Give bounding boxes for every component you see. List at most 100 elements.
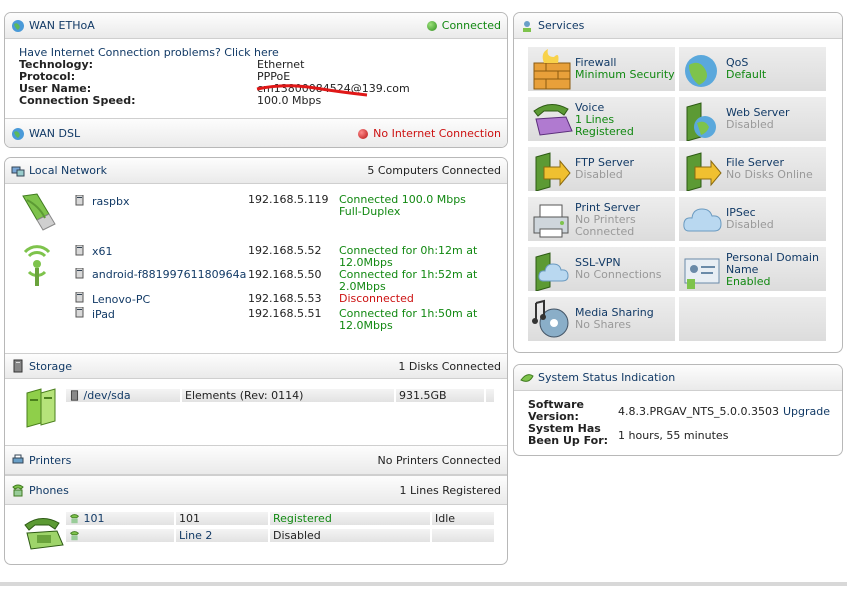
computer-icon xyxy=(75,195,84,206)
local-network-header[interactable]: Local Network 5 Computers Connected xyxy=(5,158,507,184)
phone-line-name-cell: 101 xyxy=(175,511,269,526)
service-status: No Disks Online xyxy=(726,168,813,181)
service-status: No Connections xyxy=(575,268,662,281)
status-ok-icon xyxy=(426,20,437,31)
service-web-server[interactable]: Web Server Disabled xyxy=(678,96,827,142)
disk-model: Elements (Rev: 0114) xyxy=(185,389,304,402)
storage-summary: 1 Disks Connected xyxy=(398,359,501,373)
phone-line-status-cell: Registered xyxy=(269,511,431,526)
media-icon xyxy=(532,299,569,338)
service-status: Disabled xyxy=(726,218,774,231)
upgrade-link[interactable]: Upgrade xyxy=(783,405,830,418)
globe-icon xyxy=(12,127,24,140)
service-empty-slot xyxy=(678,296,827,342)
phone-line-cell[interactable] xyxy=(65,528,175,543)
services-title: Services xyxy=(538,19,585,32)
globe-icon xyxy=(12,19,24,32)
system-status-title: System Status Indication xyxy=(538,371,676,384)
phone-line-status-cell: Disabled xyxy=(269,528,431,543)
service-ssl-vpn[interactable]: SSL-VPN No Connections xyxy=(527,246,676,292)
disk-size-cell: 931.5GB xyxy=(395,388,485,403)
phone-line-state-cell: Idle xyxy=(431,511,495,526)
telephone-icon xyxy=(533,104,573,136)
printers-summary: No Printers Connected xyxy=(377,453,501,467)
uptime-label: System Has Been Up For: xyxy=(528,422,609,447)
service-status: Minimum Security xyxy=(575,68,675,81)
connection-speed-label: Connection Speed: xyxy=(19,94,136,107)
phone-icon xyxy=(69,531,80,541)
connection-speed-value: 100.0 Mbps xyxy=(257,94,322,107)
wan-dsl-title: WAN DSL xyxy=(29,127,81,140)
phone-icon xyxy=(69,514,80,524)
computer-icon xyxy=(75,307,84,318)
service-voice[interactable]: Voice 1 Lines Registered xyxy=(527,96,676,142)
disk-icon xyxy=(70,390,79,401)
service-file-server[interactable]: File Server No Disks Online xyxy=(678,146,827,192)
printer-icon xyxy=(533,204,569,238)
service-ftp-server[interactable]: FTP Server Disabled xyxy=(527,146,676,192)
service-ipsec[interactable]: IPSec Disabled xyxy=(678,196,827,242)
vpn-icon xyxy=(535,252,569,291)
storage-icon xyxy=(13,359,23,373)
service-status: 1 Lines Registered xyxy=(575,113,634,138)
system-status-header[interactable]: System Status Indication xyxy=(514,365,842,391)
device-status-detail: 12.0Mbps xyxy=(339,319,393,332)
telephone-icon xyxy=(24,518,64,550)
device-status-detail: Full-Duplex xyxy=(339,205,401,218)
disk-extra-cell xyxy=(485,388,495,403)
disk-path-cell[interactable]: /dev/sda xyxy=(65,388,181,403)
services-panel: Services Firewall Minimum Security QoS D… xyxy=(513,12,843,353)
wan-dsl-status: No Internet Connection xyxy=(373,127,501,140)
disk-path: /dev/sda xyxy=(83,389,131,402)
services-header[interactable]: Services xyxy=(514,13,842,39)
device-name[interactable]: Lenovo-PC xyxy=(92,293,150,306)
phones-header[interactable]: Phones 1 Lines Registered xyxy=(5,475,507,505)
bottom-divider xyxy=(0,582,847,586)
status-error-icon xyxy=(358,128,369,139)
software-version-label: Software Version: xyxy=(528,398,584,423)
device-name[interactable]: iPad xyxy=(92,308,115,321)
disk-size: 931.5GB xyxy=(399,389,447,402)
service-qos[interactable]: QoS Default xyxy=(678,46,827,92)
ethernet-cable-icon xyxy=(22,193,56,231)
storage-title: Storage xyxy=(29,359,73,373)
printers-title: Printers xyxy=(29,453,72,467)
disk-model-cell: Elements (Rev: 0114) xyxy=(181,388,395,403)
wan-ethoa-status: Connected xyxy=(441,19,501,32)
device-ip: 192.168.5.52 xyxy=(248,244,322,257)
wireless-icon xyxy=(23,245,51,286)
phone-line-cell[interactable]: 101 xyxy=(65,511,175,526)
phones-title: Phones xyxy=(29,483,69,497)
device-name[interactable]: android-f88199761180964a xyxy=(92,268,246,281)
phone-line-number: 101 xyxy=(83,512,105,525)
id-card-icon xyxy=(684,258,720,289)
service-status: Disabled xyxy=(575,168,623,181)
device-ip: 192.168.5.50 xyxy=(248,268,322,281)
firewall-icon xyxy=(533,49,571,90)
wan-dsl-header[interactable]: WAN DSL No Internet Connection xyxy=(5,118,507,147)
service-status: Enabled xyxy=(726,275,771,288)
service-media-sharing[interactable]: Media Sharing No Shares xyxy=(527,296,676,342)
wan-ethoa-title: WAN ETHoA xyxy=(29,19,95,32)
network-icon xyxy=(11,166,25,176)
wan-ethoa-header[interactable]: WAN ETHoA Connected xyxy=(5,13,507,39)
system-status-panel: System Status Indication Software Versio… xyxy=(513,364,843,456)
services-icon xyxy=(523,20,531,32)
disk-drives-icon xyxy=(26,388,56,428)
local-network-summary: 5 Computers Connected xyxy=(367,164,501,177)
qos-icon xyxy=(685,55,717,87)
file-server-icon xyxy=(686,152,722,191)
computer-icon xyxy=(75,292,84,303)
local-network-panel: Local Network 5 Computers Connected rasp… xyxy=(4,157,508,565)
device-name[interactable]: raspbx xyxy=(92,195,129,208)
service-firewall[interactable]: Firewall Minimum Security xyxy=(527,46,676,92)
web-server-icon xyxy=(686,102,716,141)
service-personal-domain-name[interactable]: Personal Domain Name Enabled xyxy=(678,246,827,292)
service-print-server[interactable]: Print Server No Printers Connected xyxy=(527,196,676,242)
device-name[interactable]: x61 xyxy=(92,245,113,258)
phones-summary: 1 Lines Registered xyxy=(399,483,501,497)
device-ip: 192.168.5.51 xyxy=(248,307,322,320)
printers-header[interactable]: Printers No Printers Connected xyxy=(5,445,507,475)
phone-line-name: 101 xyxy=(179,512,200,525)
storage-header[interactable]: Storage 1 Disks Connected xyxy=(5,353,507,379)
